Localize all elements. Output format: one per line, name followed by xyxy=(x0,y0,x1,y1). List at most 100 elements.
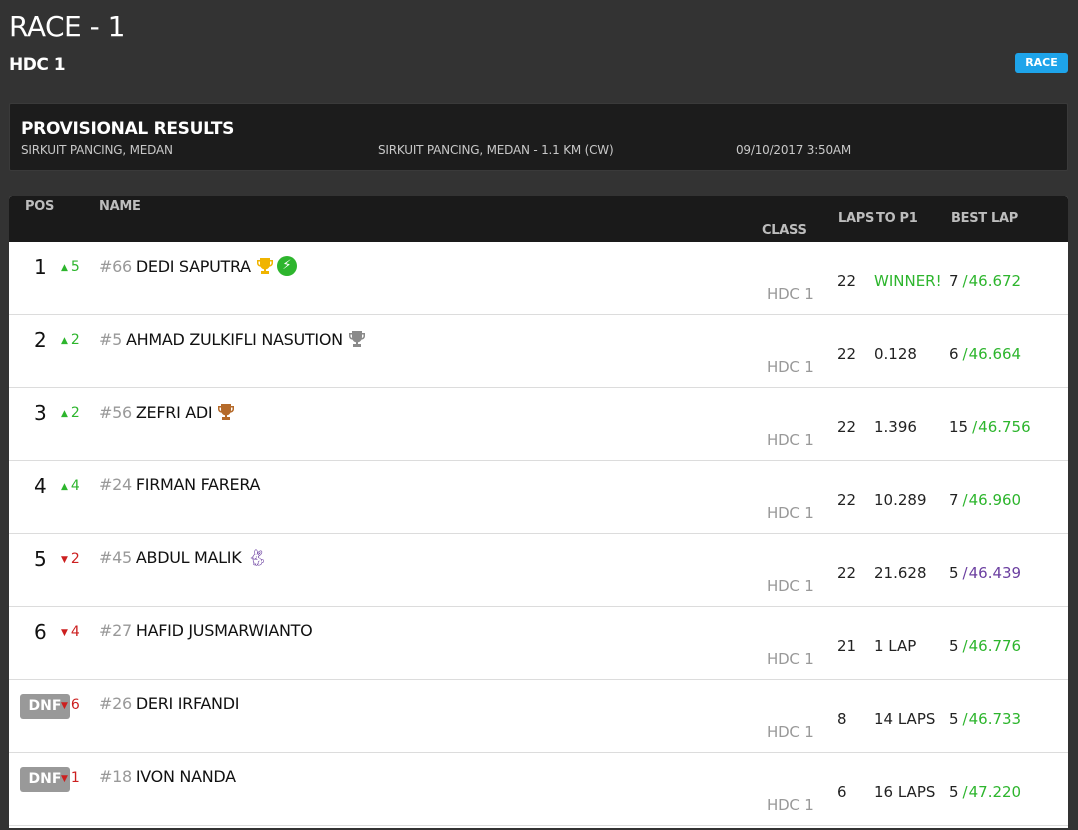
driver-name-cell[interactable]: #56 ZEFRI ADI xyxy=(99,402,236,422)
best-lap-separator: / xyxy=(962,564,968,582)
best-lap-separator: / xyxy=(972,418,978,436)
class-label: HDC 1 xyxy=(767,577,814,595)
best-lap: 7/46.672 xyxy=(949,272,1021,290)
driver-name-cell[interactable]: #18 IVON NANDA xyxy=(99,767,236,786)
driver-name[interactable]: ABDUL MALIK xyxy=(136,548,242,567)
track-name: SIRKUIT PANCING, MEDAN xyxy=(21,143,173,157)
header-laps[interactable]: LAPS xyxy=(838,211,874,226)
race-datetime: 09/10/2017 3:50AM xyxy=(736,143,852,157)
best-lap: 5/46.776 xyxy=(949,637,1021,655)
position: 1 xyxy=(34,255,47,279)
arrow-up-icon: ▲ xyxy=(61,336,68,346)
class-label: HDC 1 xyxy=(767,723,814,741)
driver-name[interactable]: DERI IRFANDI xyxy=(136,694,240,713)
best-lap-time: 46.960 xyxy=(968,491,1022,509)
result-row[interactable]: 3 ▲ 2 #56 ZEFRI ADI HDC 1 22 1.396 15/46.756 xyxy=(9,388,1068,461)
class-label: HDC 1 xyxy=(767,504,814,522)
laps-count: 21 xyxy=(837,637,857,655)
position: 5 xyxy=(34,547,47,571)
position-change-value: 2 xyxy=(70,332,80,348)
class-label: HDC 1 xyxy=(767,796,814,814)
laps-count: 22 xyxy=(837,564,857,582)
arrow-up-icon: ▲ xyxy=(61,409,68,419)
result-row[interactable]: 1 ▲ 5 #66 DEDI SAPUTRA ⚡︎ HDC 1 22 WINNER! 7/46.6… xyxy=(9,242,1068,315)
laps-count: 22 xyxy=(837,272,857,290)
car-number: #27 xyxy=(99,621,132,640)
position: 2 xyxy=(34,328,47,352)
results-table: POS NAME CLASS LAPS TO P1 BEST LAP 1 ▲ 5 #6… xyxy=(9,196,1068,828)
driver-name[interactable]: HAFID JUSMARWIANTO xyxy=(136,621,313,640)
header-name[interactable]: NAME xyxy=(99,199,141,214)
laps-count: 22 xyxy=(837,418,857,436)
position-change: ▲ 4 xyxy=(61,478,80,494)
best-lap: 5/47.220 xyxy=(949,783,1021,801)
best-lap-time: 47.220 xyxy=(968,783,1022,801)
car-number: #5 xyxy=(99,329,122,349)
header-best-lap[interactable]: BEST LAP xyxy=(951,211,1018,226)
position-change-value: 2 xyxy=(70,551,80,567)
position: 3 xyxy=(34,401,47,425)
best-lap-number: 15 xyxy=(949,418,969,436)
best-lap-time: 46.439 xyxy=(968,564,1022,582)
best-lap: 15/46.756 xyxy=(949,418,1031,436)
gap-to-p1: 1.396 xyxy=(874,418,917,436)
driver-name-cell[interactable]: #5 AHMAD ZULKIFLI NASUTION xyxy=(99,329,367,349)
result-row[interactable]: 2 ▲ 2 #5 AHMAD ZULKIFLI NASUTION HDC 1 22 0.128… xyxy=(9,315,1068,388)
position-change-value: 1 xyxy=(70,770,80,786)
class-label: HDC 1 xyxy=(767,431,814,449)
driver-name[interactable]: FIRMAN FARERA xyxy=(136,475,261,494)
car-number: #66 xyxy=(99,256,132,276)
best-lap-number: 5 xyxy=(949,710,959,728)
driver-name-cell[interactable]: #66 DEDI SAPUTRA ⚡︎ xyxy=(99,256,297,276)
driver-name-cell[interactable]: #24 FIRMAN FARERA xyxy=(99,475,260,494)
gap-to-p1: 1 LAP xyxy=(874,637,917,655)
result-row[interactable]: 5 ▼ 2 #45 ABDUL MALIK 🐇︎ HDC 1 22 21.628 5/46.439 xyxy=(9,534,1068,607)
position-change: ▼ 2 xyxy=(61,551,80,567)
silver-trophy-icon xyxy=(348,331,365,347)
driver-name-cell[interactable]: #26 DERI IRFANDI xyxy=(99,694,239,713)
result-row[interactable]: DNF ▼ 6 #26 DERI IRFANDI HDC 1 8 14 LAPS 5/46.73… xyxy=(9,680,1068,753)
driver-name-cell[interactable]: #45 ABDUL MALIK 🐇︎ xyxy=(99,548,268,567)
header-to-p1[interactable]: TO P1 xyxy=(876,211,918,226)
arrow-down-icon: ▼ xyxy=(61,774,68,784)
race-class: HDC 1 xyxy=(9,55,66,75)
gap-to-p1: 16 LAPS xyxy=(874,783,936,801)
driver-name[interactable]: ZEFRI ADI xyxy=(136,403,213,422)
driver-name-cell[interactable]: #27 HAFID JUSMARWIANTO xyxy=(99,621,313,640)
best-lap-separator: / xyxy=(962,710,968,728)
position: 4 xyxy=(34,474,47,498)
best-lap-separator: / xyxy=(962,272,968,290)
laps-count: 22 xyxy=(837,345,857,363)
arrow-down-icon: ▼ xyxy=(61,555,68,565)
arrow-down-icon: ▼ xyxy=(61,701,68,711)
class-label: HDC 1 xyxy=(767,650,814,668)
gap-to-p1: 21.628 xyxy=(874,564,927,582)
best-lap-number: 7 xyxy=(949,272,959,290)
driver-name[interactable]: IVON NANDA xyxy=(136,767,236,786)
position-change: ▼ 6 xyxy=(61,697,80,713)
results-status-title: PROVISIONAL RESULTS xyxy=(21,119,235,139)
best-lap-number: 5 xyxy=(949,783,959,801)
result-row[interactable]: 6 ▼ 4 #27 HAFID JUSMARWIANTO HDC 1 21 1 LAP 5/46… xyxy=(9,607,1068,680)
position-change: ▲ 5 xyxy=(61,259,80,275)
result-row[interactable]: 4 ▲ 4 #24 FIRMAN FARERA HDC 1 22 10.289 7/46.960 xyxy=(9,461,1068,534)
gap-to-p1: 10.289 xyxy=(874,491,927,509)
laps-count: 6 xyxy=(837,783,847,801)
result-row[interactable]: DNF ▼ 1 #18 IVON NANDA HDC 1 6 16 LAPS 5/47.220 xyxy=(9,753,1068,826)
arrow-up-icon: ▲ xyxy=(61,263,68,273)
header-class[interactable]: CLASS xyxy=(762,223,807,238)
position-change-value: 5 xyxy=(70,259,80,275)
driver-name[interactable]: DEDI SAPUTRA xyxy=(136,257,251,276)
gold-trophy-icon xyxy=(256,258,273,274)
session-type-badge: RACE xyxy=(1015,53,1068,73)
header-pos[interactable]: POS xyxy=(25,199,54,214)
car-number: #45 xyxy=(99,548,132,567)
best-lap-separator: / xyxy=(962,637,968,655)
best-lap-separator: / xyxy=(962,345,968,363)
best-lap: 5/46.733 xyxy=(949,710,1021,728)
class-label: HDC 1 xyxy=(767,285,814,303)
driver-name[interactable]: AHMAD ZULKIFLI NASUTION xyxy=(126,330,343,349)
position-change: ▲ 2 xyxy=(61,405,80,421)
position-change: ▼ 1 xyxy=(61,770,80,786)
best-lap-number: 6 xyxy=(949,345,959,363)
